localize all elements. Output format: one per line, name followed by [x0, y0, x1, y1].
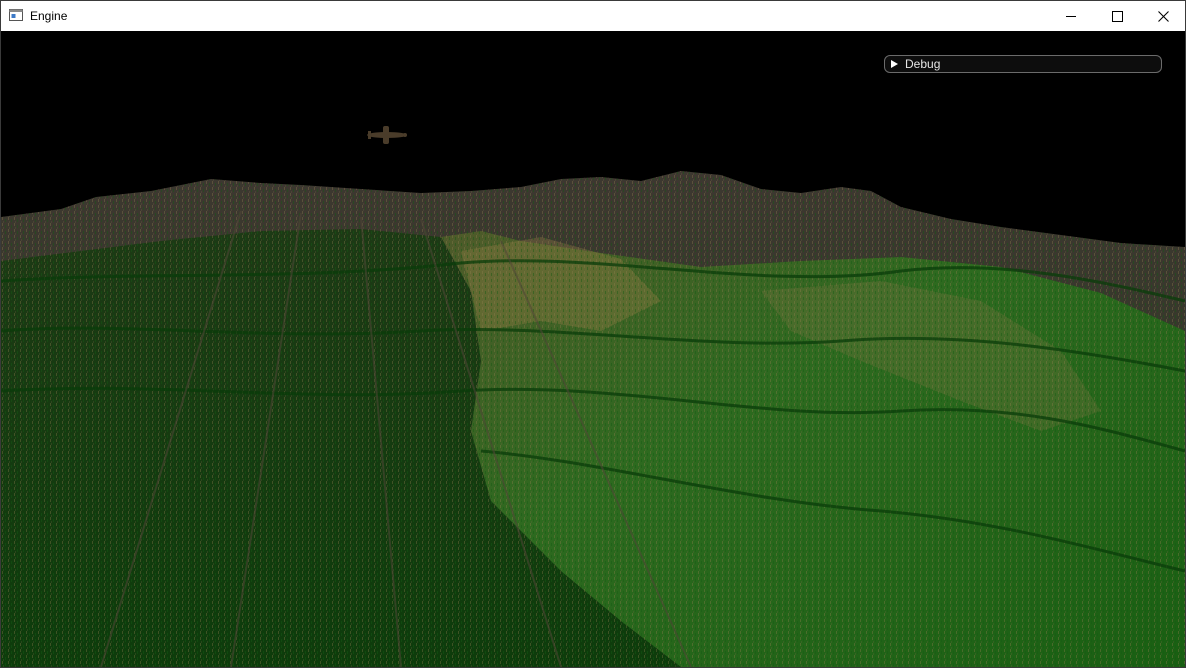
- terrain-scene: [1, 126, 1185, 667]
- maximize-icon: [1111, 10, 1123, 22]
- debug-panel-header[interactable]: Debug: [884, 55, 1162, 73]
- debug-label: Debug: [905, 57, 941, 71]
- triangle-right-icon: [891, 60, 898, 68]
- title-bar[interactable]: Engine: [1, 1, 1185, 31]
- minimize-button[interactable]: [1048, 1, 1094, 31]
- close-button[interactable]: [1140, 1, 1186, 31]
- airplane-icon: [367, 126, 407, 144]
- close-icon: [1157, 10, 1169, 22]
- maximize-button[interactable]: [1094, 1, 1140, 31]
- window-title: Engine: [30, 9, 68, 23]
- app-window-icon: [9, 9, 23, 21]
- render-viewport[interactable]: Debug: [1, 31, 1185, 667]
- terrain-texture: [1, 171, 1185, 667]
- minimize-icon: [1065, 15, 1076, 17]
- app-window: Engine Debug: [0, 0, 1186, 668]
